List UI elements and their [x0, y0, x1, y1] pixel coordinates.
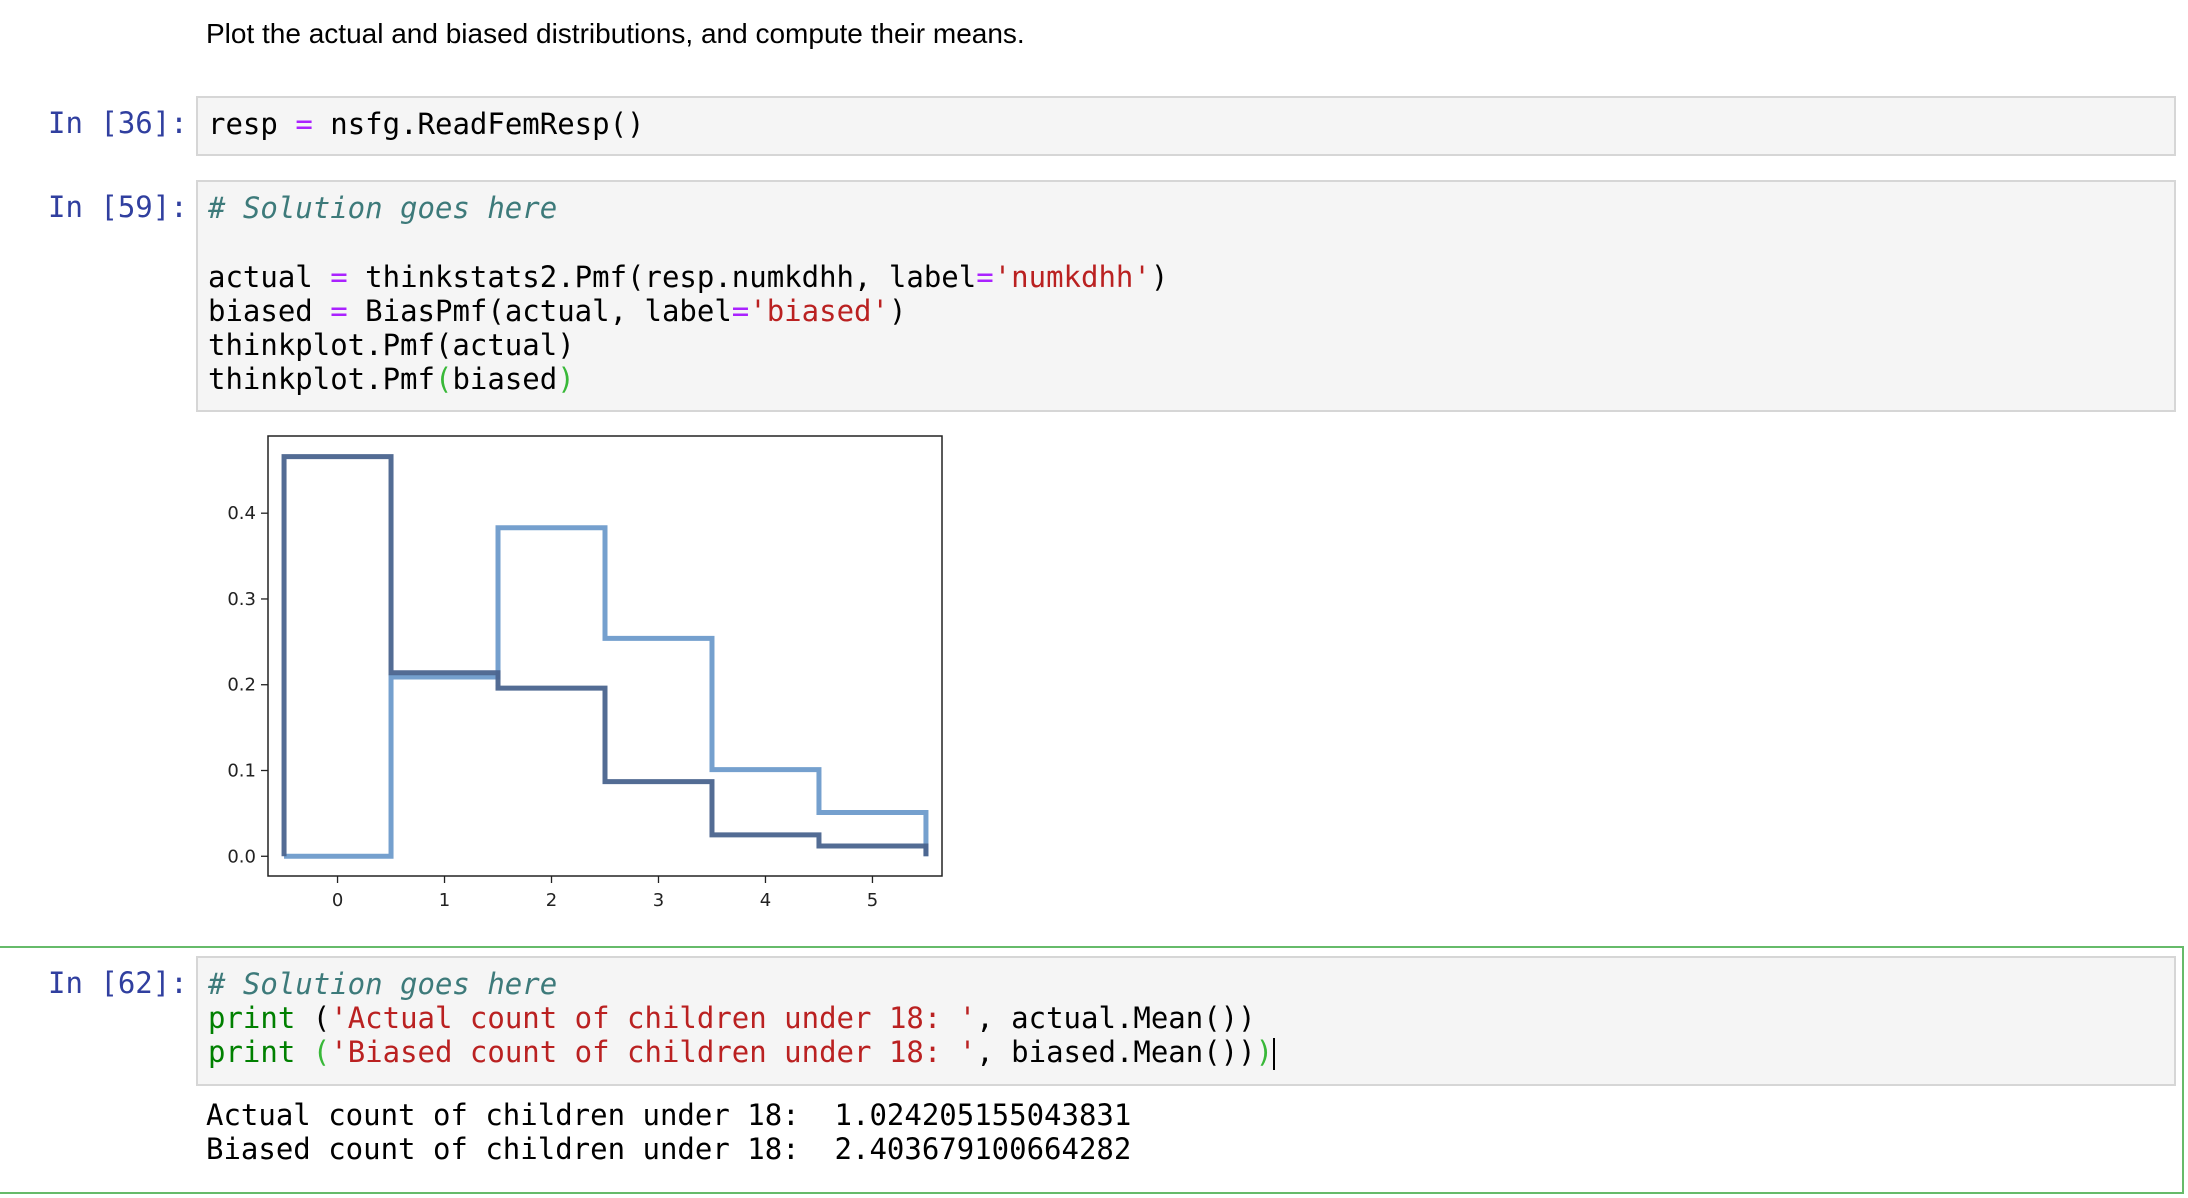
- code-cell-62[interactable]: # Solution goes here print ('Actual coun…: [196, 956, 2176, 1086]
- cell-prompt-36: In [36]:: [48, 106, 188, 140]
- x-tick-label: 4: [760, 890, 771, 911]
- output-line: Biased count of children under 18: 2.403…: [206, 1132, 1132, 1166]
- code-comment: # Solution goes here: [208, 191, 558, 225]
- x-tick-label: 0: [332, 890, 343, 911]
- pmf-step-chart: 0 1 2 3 4 5 0.0 0.1 0.2 0.3 0.4: [227, 435, 943, 911]
- code-line: resp = nsfg.ReadFemResp(): [208, 107, 645, 141]
- y-tick-label: 0.3: [227, 589, 256, 610]
- code-cell-59[interactable]: # Solution goes here actual = thinkstats…: [196, 180, 2176, 412]
- code-line: print ('Actual count of children under 1…: [208, 1001, 1256, 1035]
- code-line: thinkplot.Pmf(actual): [208, 328, 575, 362]
- plot-frame: [267, 435, 943, 877]
- x-tick-label: 1: [439, 890, 450, 911]
- code-line: actual = thinkstats2.Pmf(resp.numkdhh, l…: [208, 260, 1169, 294]
- x-tick-label: 3: [653, 890, 664, 911]
- code-line: thinkplot.Pmf(biased): [208, 362, 575, 396]
- code-cell-36[interactable]: resp = nsfg.ReadFemResp(): [196, 96, 2176, 156]
- x-tick-label: 5: [867, 890, 878, 911]
- code-line: biased = BiasPmf(actual, label='biased'): [208, 294, 907, 328]
- cell-prompt-62: In [62]:: [48, 966, 188, 1000]
- cell-prompt-59: In [59]:: [48, 190, 188, 224]
- output-line: Actual count of children under 18: 1.024…: [206, 1098, 1132, 1132]
- code-line: print ('Biased count of children under 1…: [208, 1035, 1276, 1070]
- y-tick-label: 0.0: [227, 846, 256, 867]
- code-comment: # Solution goes here: [208, 967, 558, 1001]
- x-tick-label: 2: [546, 890, 557, 911]
- y-tick-label: 0.1: [227, 761, 256, 782]
- text-cursor: [1273, 1038, 1276, 1070]
- markdown-text: Plot the actual and biased distributions…: [206, 18, 1025, 49]
- y-tick-label: 0.4: [227, 503, 256, 524]
- y-tick-label: 0.2: [227, 675, 256, 696]
